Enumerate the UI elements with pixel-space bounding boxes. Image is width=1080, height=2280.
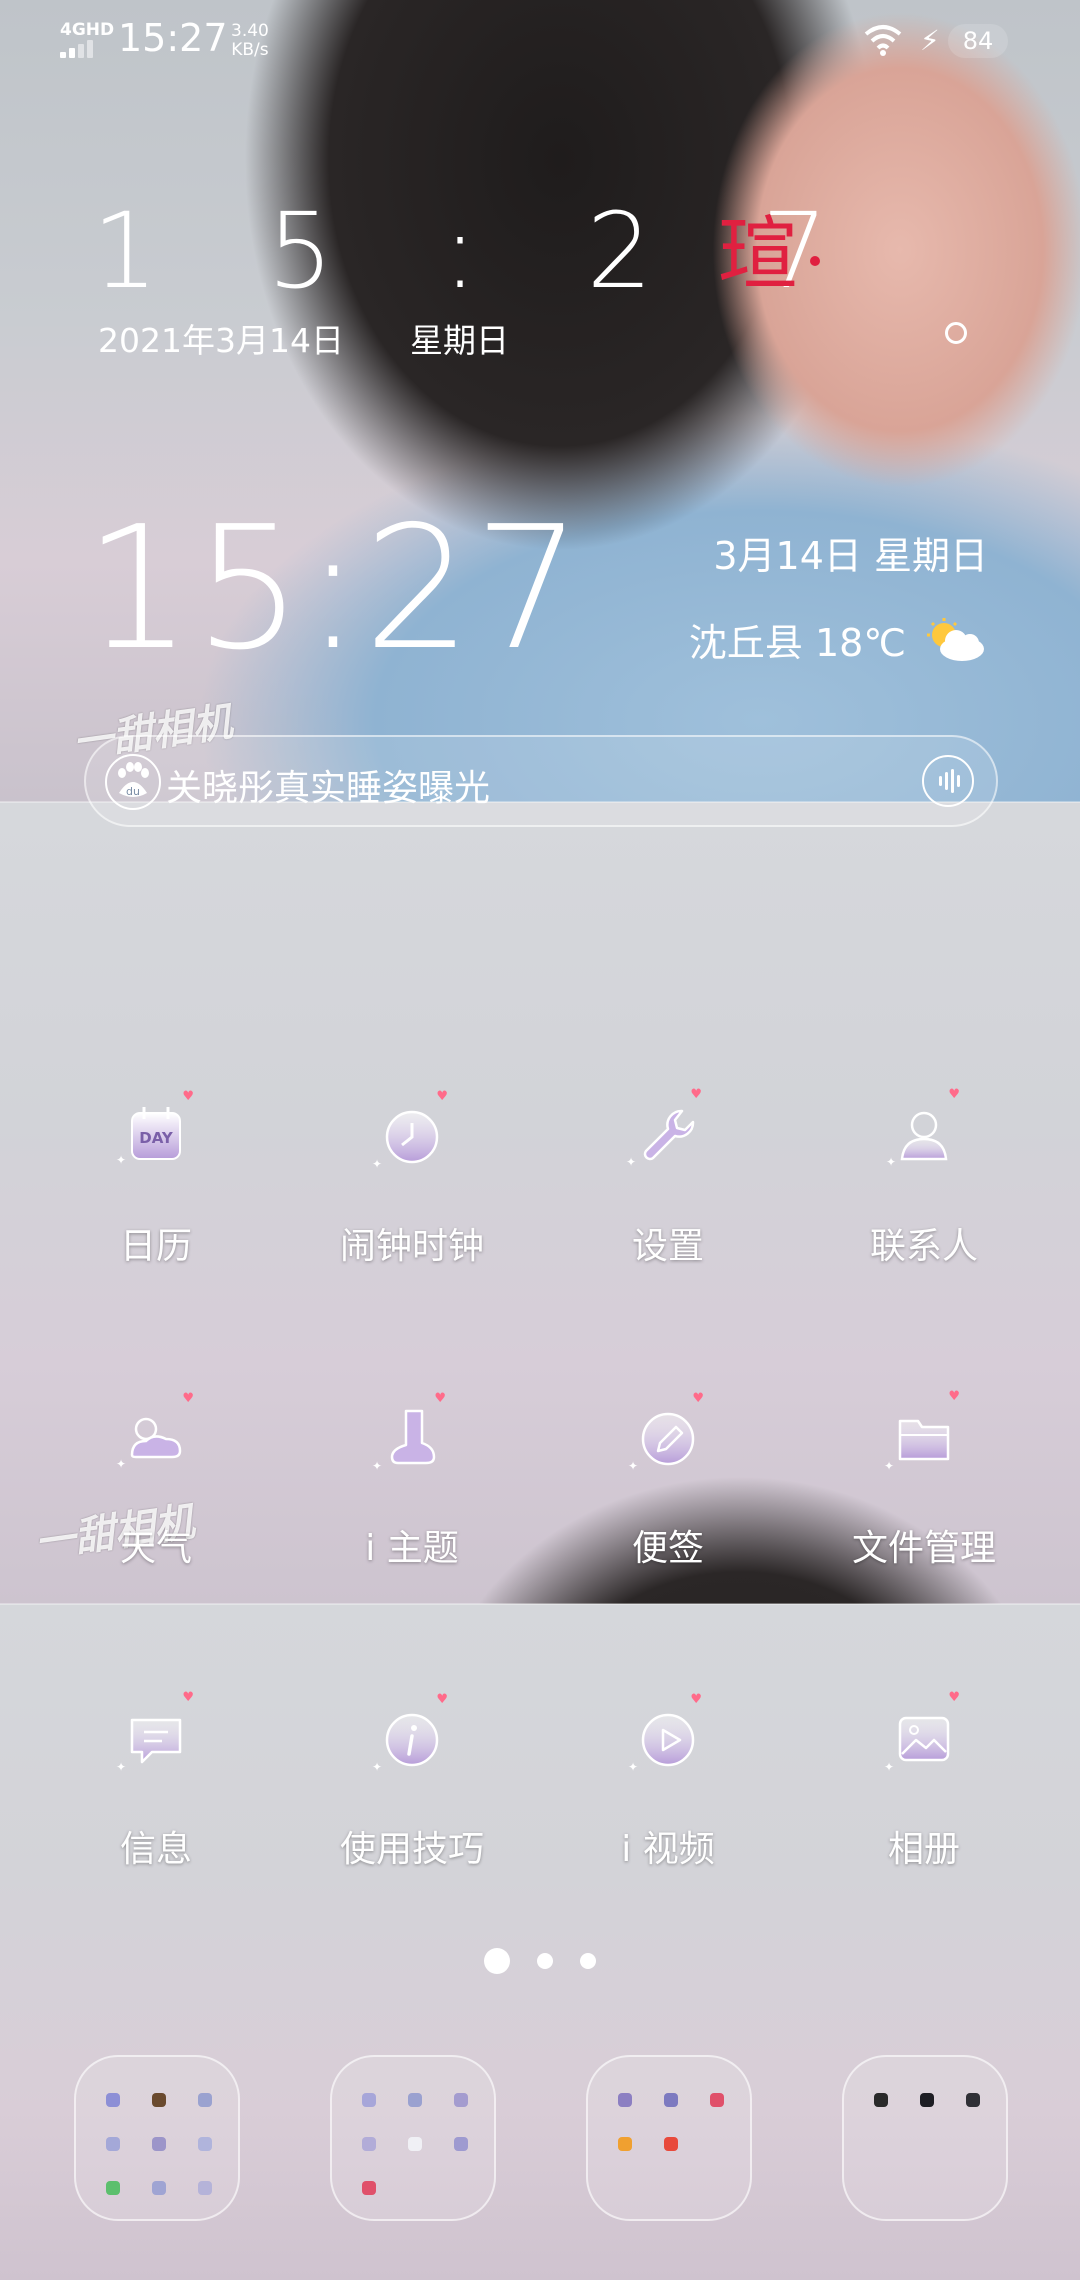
app-settings[interactable]: ♥ ✦ 设置 bbox=[558, 1087, 778, 1269]
clock-widget-weekday: 星期日 bbox=[410, 321, 509, 360]
voice-icon[interactable] bbox=[922, 755, 974, 807]
info-icon bbox=[385, 1713, 439, 1767]
weather-widget-weather[interactable]: 沈丘县 18℃ bbox=[689, 612, 988, 667]
baidu-paw-icon: du bbox=[105, 754, 161, 810]
app-mini-icon bbox=[920, 2093, 934, 2107]
speed-value: 3.40 bbox=[231, 21, 269, 41]
app-messages[interactable]: ♥ ✦ 信息 bbox=[46, 1690, 266, 1872]
app-label: 联系人 bbox=[869, 1226, 978, 1267]
app-label: 设置 bbox=[631, 1226, 704, 1267]
app-mini-icon bbox=[454, 2137, 468, 2151]
folder-icon bbox=[898, 1419, 950, 1461]
app-label: 天气 bbox=[119, 1528, 192, 1569]
app-mini-icon bbox=[152, 2181, 166, 2195]
app-contacts[interactable]: ♥ ✦ 联系人 bbox=[814, 1087, 1034, 1269]
app-mini-icon bbox=[408, 2093, 422, 2107]
app-theme[interactable]: ♥ ✦ i 主题 bbox=[302, 1391, 522, 1571]
app-mini-icon bbox=[106, 2093, 120, 2107]
status-bar: 4GHD 15:27 3.40 KB/s ⚡ 84 bbox=[0, 0, 1080, 90]
app-tips[interactable]: ♥ ✦ 使用技巧 bbox=[302, 1692, 522, 1872]
app-file-manager[interactable]: ♥ ✦ 文件管理 bbox=[814, 1389, 1034, 1571]
dock-folder-2[interactable] bbox=[330, 2055, 496, 2221]
pencil-icon bbox=[641, 1412, 695, 1466]
app-notes[interactable]: ♥ ✦ 便签 bbox=[558, 1391, 778, 1571]
app-mini-icon bbox=[152, 2137, 166, 2151]
app-label: i 主题 bbox=[365, 1528, 459, 1569]
app-mini-icon bbox=[362, 2181, 376, 2195]
app-mini-icon bbox=[152, 2093, 166, 2107]
svg-text:du: du bbox=[126, 785, 140, 798]
search-hot-topic: 关晓彤真实睡姿曝光 bbox=[166, 768, 491, 809]
app-label: i 视频 bbox=[621, 1829, 715, 1870]
ring-icon bbox=[945, 322, 967, 344]
speed-unit: KB/s bbox=[231, 40, 269, 60]
weather-icon bbox=[130, 1417, 182, 1459]
partly-cloudy-icon bbox=[927, 617, 984, 661]
app-mini-icon bbox=[198, 2181, 212, 2195]
search-bar[interactable]: du 关晓彤真实睡姿曝光 bbox=[84, 735, 998, 827]
clock-icon bbox=[385, 1110, 439, 1164]
message-icon bbox=[130, 1718, 182, 1764]
app-mini-icon bbox=[618, 2137, 632, 2151]
brand-dot bbox=[810, 256, 820, 266]
dock-folder-3[interactable] bbox=[586, 2055, 752, 2221]
wrench-icon bbox=[643, 1109, 695, 1161]
page-dot-active[interactable] bbox=[483, 1948, 510, 1974]
app-mini-icon bbox=[362, 2093, 376, 2107]
app-mini-icon bbox=[710, 2093, 724, 2107]
app-mini-icon bbox=[664, 2093, 678, 2107]
network-type: 4GHD bbox=[60, 20, 115, 40]
dock-folder-1[interactable] bbox=[74, 2055, 240, 2221]
weather-widget-time[interactable]: 15:27 bbox=[84, 490, 584, 688]
app-mini-icon bbox=[408, 2137, 422, 2151]
wifi-icon bbox=[864, 25, 902, 56]
signal-icon bbox=[60, 40, 100, 58]
app-calendar[interactable]: DAY ♥ ✦ 日历 bbox=[46, 1089, 266, 1269]
app-mini-icon bbox=[106, 2137, 120, 2151]
status-time: 15:27 bbox=[118, 16, 228, 60]
app-label: 日历 bbox=[119, 1226, 192, 1267]
video-icon bbox=[641, 1713, 695, 1767]
app-label: 信息 bbox=[119, 1829, 192, 1870]
app-label: 使用技巧 bbox=[339, 1829, 484, 1870]
app-mini-icon bbox=[106, 2181, 120, 2195]
app-mini-icon bbox=[966, 2093, 980, 2107]
gallery-icon bbox=[898, 1716, 950, 1762]
svg-text:DAY: DAY bbox=[139, 1129, 174, 1147]
clock-widget-date: 2021年3月14日 bbox=[98, 321, 344, 360]
page-dot[interactable] bbox=[537, 1953, 553, 1969]
app-gallery[interactable]: ♥ ✦ 相册 bbox=[814, 1690, 1034, 1872]
app-mini-icon bbox=[198, 2093, 212, 2107]
calendar-icon: DAY bbox=[131, 1107, 181, 1160]
app-weather[interactable]: ♥ ✦ 天气 bbox=[46, 1391, 266, 1571]
app-mini-icon bbox=[618, 2093, 632, 2107]
app-label: 相册 bbox=[887, 1829, 960, 1870]
theme-icon bbox=[390, 1409, 436, 1465]
page-dot[interactable] bbox=[580, 1953, 597, 1969]
wallpaper-divider bbox=[0, 1603, 1080, 1605]
charging-icon: ⚡ bbox=[920, 24, 940, 57]
network-speed: 3.40 KB/s bbox=[231, 22, 269, 60]
dock-folder-4[interactable] bbox=[842, 2055, 1008, 2221]
app-mini-icon bbox=[454, 2093, 468, 2107]
app-label: 便签 bbox=[631, 1528, 704, 1569]
app-mini-icon bbox=[874, 2093, 888, 2107]
clock-widget-brand: 瑄 bbox=[718, 208, 798, 301]
app-video[interactable]: ♥ ✦ i 视频 bbox=[558, 1692, 778, 1872]
weather-widget-date: 3月14日 星期日 bbox=[713, 534, 988, 578]
app-mini-icon bbox=[198, 2137, 212, 2151]
weather-location-temp: 沈丘县 18℃ bbox=[688, 621, 906, 665]
page-indicator[interactable] bbox=[0, 1948, 1080, 1974]
app-label: 闹钟时钟 bbox=[339, 1226, 484, 1267]
battery-indicator: 84 bbox=[948, 24, 1008, 58]
app-mini-icon bbox=[664, 2137, 678, 2151]
app-label: 文件管理 bbox=[851, 1528, 996, 1569]
battery-level: 84 bbox=[962, 27, 994, 55]
app-mini-icon bbox=[362, 2137, 376, 2151]
app-clock[interactable]: ♥ ✦ 闹钟时钟 bbox=[302, 1089, 522, 1269]
